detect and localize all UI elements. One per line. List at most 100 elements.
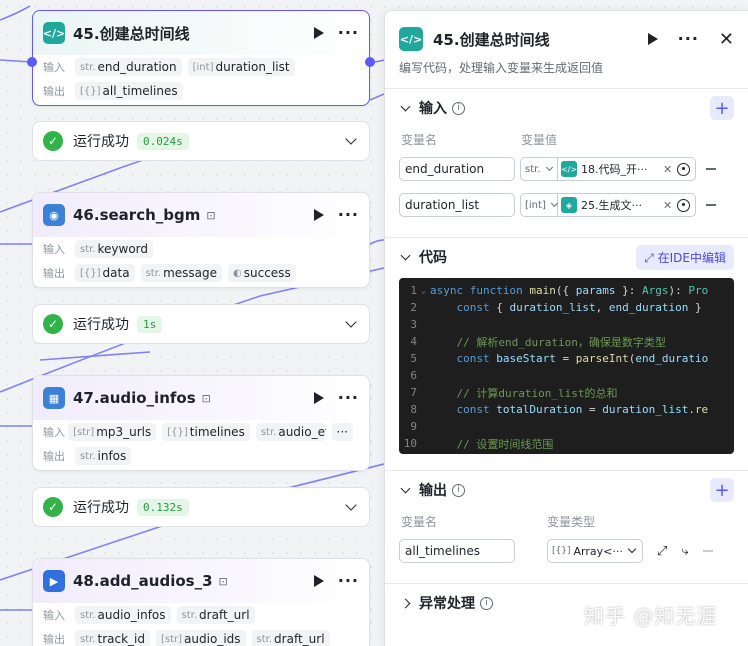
output-port[interactable] xyxy=(365,57,375,67)
code-token: totalDuration xyxy=(496,403,583,416)
chevron-down-icon[interactable] xyxy=(400,483,411,493)
code-line: 3 xyxy=(399,316,734,333)
check-icon: ✓ xyxy=(43,497,63,517)
inputs-label: 输入 xyxy=(43,426,65,439)
line-number: 3 xyxy=(410,318,417,331)
more-icon[interactable]: ··· xyxy=(338,390,359,406)
info-icon[interactable]: i xyxy=(480,596,493,610)
code-token: re xyxy=(694,403,709,416)
more-icon[interactable]: ··· xyxy=(678,31,699,47)
input-section: 输入 i + 变量名 变量值 end_duration str. </> 18.… xyxy=(385,88,748,223)
type-select[interactable]: [{}] Array<··· xyxy=(547,539,643,563)
run-button[interactable] xyxy=(647,33,658,45)
code-token: ): xyxy=(668,284,689,297)
chevron-down-icon[interactable] xyxy=(345,133,357,145)
run-button[interactable] xyxy=(313,575,324,587)
output-pill: str. draft_url xyxy=(251,630,330,646)
variable-name-input[interactable]: duration_list xyxy=(399,193,515,217)
input-pill: [{}] timelines xyxy=(162,423,250,441)
info-icon[interactable]: i xyxy=(452,101,465,115)
more-inputs-pill[interactable]: ··· xyxy=(331,423,353,441)
variable-name-input[interactable]: end_duration xyxy=(399,157,515,181)
plugin-tag-icon: ⊡ xyxy=(218,574,228,588)
code-line: 8 const totalDuration = duration_list. re xyxy=(399,401,734,418)
node-header[interactable]: ▦ 47.audio_infos ⊡ ··· xyxy=(33,376,369,420)
code-line: 11 const all_timelines = [ xyxy=(399,452,734,454)
node-45[interactable]: </> 45.创建总时间线 ··· 输入 str. end_duration [i… xyxy=(32,10,370,106)
code-line: 7 // 计算duration_list的总和 xyxy=(399,384,734,401)
remove-row-button[interactable] xyxy=(706,204,716,206)
clear-icon[interactable]: ✕ xyxy=(663,199,672,212)
expand-icon[interactable]: ⤢ xyxy=(657,544,667,559)
input-port[interactable] xyxy=(27,57,37,67)
section-title: 输入 xyxy=(419,101,447,117)
edit-in-ide-button[interactable]: ⤢ 在IDE中编辑 xyxy=(636,244,734,270)
target-icon[interactable] xyxy=(677,162,691,176)
type-select[interactable]: [int] xyxy=(520,193,558,217)
chevron-down-icon[interactable] xyxy=(400,250,411,260)
remove-row-button[interactable] xyxy=(706,168,716,170)
node-header[interactable]: </> 45.创建总时间线 ··· xyxy=(33,11,369,55)
check-icon: ✓ xyxy=(43,131,63,151)
node-header[interactable]: ▶ 48.add_audios_3 ⊡ ··· xyxy=(33,559,369,603)
add-input-button[interactable]: + xyxy=(710,96,734,120)
inputs-label: 输入 xyxy=(43,609,65,622)
run-button[interactable] xyxy=(313,392,324,404)
more-icon[interactable]: ··· xyxy=(338,25,359,41)
variable-name-input[interactable]: all_timelines xyxy=(399,539,515,563)
plugin-icon: ◉ xyxy=(43,204,65,226)
expand-icon: ⤢ xyxy=(644,250,658,265)
add-output-button[interactable]: + xyxy=(710,478,734,502)
info-icon[interactable]: i xyxy=(452,483,465,497)
run-status-46[interactable]: ✓ 运行成功 1s xyxy=(32,304,370,344)
run-button[interactable] xyxy=(313,209,324,221)
inputs-label: 输入 xyxy=(43,61,65,74)
line-number: 8 xyxy=(410,403,417,416)
reference-selector[interactable]: </> 18.代码_开··· ✕ xyxy=(558,157,696,181)
node-header[interactable]: ◉ 46.search_bgm ⊡ ··· xyxy=(33,193,369,237)
code-token: end_duratio xyxy=(635,352,709,365)
code-line: 9 xyxy=(399,418,734,435)
code-token: = xyxy=(582,403,603,416)
reference-selector[interactable]: ◈ 25.生成文··· ✕ xyxy=(558,193,696,217)
run-button[interactable] xyxy=(313,27,324,39)
check-icon: ✓ xyxy=(43,314,63,334)
run-status-47[interactable]: ✓ 运行成功 0.132s xyxy=(32,487,370,527)
more-icon[interactable]: ··· xyxy=(338,573,359,589)
code-token: }: xyxy=(615,284,642,297)
remove-row-button[interactable] xyxy=(702,550,713,552)
code-token: baseStart xyxy=(496,352,556,365)
node-46[interactable]: ◉ 46.search_bgm ⊡ ··· 输入 str. keyword 输出 … xyxy=(32,192,370,288)
code-line: 1 ⌄ async function main({ params }: Args):… xyxy=(399,282,734,299)
chevron-right-icon[interactable] xyxy=(400,598,411,608)
section-title: 输出 xyxy=(419,483,447,499)
node-outputs: 输出 [{}] all_timelines xyxy=(33,79,369,103)
type-select[interactable]: str. xyxy=(520,157,558,181)
clear-icon[interactable]: ✕ xyxy=(663,163,672,176)
line-number: 1 xyxy=(410,284,417,297)
code-token: main xyxy=(529,284,556,297)
chevron-down-icon[interactable] xyxy=(345,316,357,328)
watermark: 知乎 @知无涯 xyxy=(584,604,718,628)
run-status-45[interactable]: ✓ 运行成功 0.024s xyxy=(32,121,370,161)
chevron-down-icon xyxy=(627,544,637,554)
fold-icon[interactable]: ⌄ xyxy=(421,286,430,295)
time-badge: 0.024s xyxy=(137,132,189,150)
chevron-down-icon[interactable] xyxy=(400,101,411,111)
node-47[interactable]: ▦ 47.audio_infos ⊡ ··· 输入 [str] mp3_urls … xyxy=(32,375,370,471)
outputs-label: 输出 xyxy=(43,450,65,463)
reference-text: 18.代码_开··· xyxy=(581,163,648,176)
node-48[interactable]: ▶ 48.add_audios_3 ⊡ ··· 输入 str. audio_inf… xyxy=(32,558,370,646)
col-type-header: 变量类型 xyxy=(547,514,596,529)
add-child-icon[interactable]: ⤷ xyxy=(681,544,688,559)
line-number: 7 xyxy=(410,386,417,399)
chevron-down-icon[interactable] xyxy=(345,499,357,511)
code-editor[interactable]: 1 ⌄ async function main({ params }: Args):… xyxy=(399,278,734,454)
plugin-tag-icon: ⊡ xyxy=(206,208,216,222)
close-icon[interactable]: ✕ xyxy=(719,29,734,50)
more-icon[interactable]: ··· xyxy=(338,207,359,223)
target-icon[interactable] xyxy=(677,198,691,212)
panel-header: </> 45.创建总时间线 ··· ✕ xyxy=(385,11,748,51)
